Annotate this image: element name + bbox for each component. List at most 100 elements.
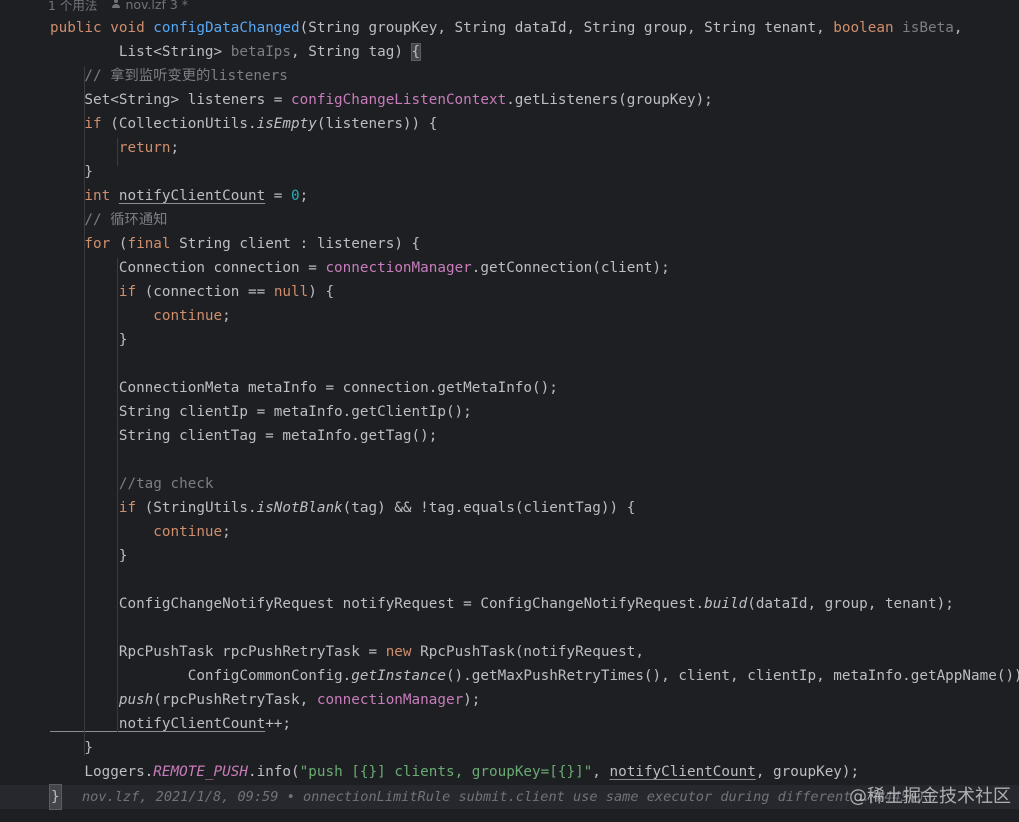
code-token: String clientTag = metaInfo.getTag();: [50, 428, 438, 444]
code-token: connectionManager: [325, 260, 472, 276]
code-token: final: [127, 236, 180, 252]
code-line[interactable]: // 拿到监听变更的listeners: [50, 64, 1019, 88]
code-line[interactable]: }: [50, 328, 1019, 352]
code-token: isBeta: [902, 20, 954, 36]
code-token: (dataId, group, tenant);: [747, 596, 954, 612]
code-token: }: [50, 548, 128, 564]
code-token: isEmpty: [256, 116, 317, 132]
code-token: build: [704, 596, 748, 612]
code-line[interactable]: RpcPushTask rpcPushRetryTask = new RpcPu…: [50, 640, 1019, 664]
code-line[interactable]: [50, 616, 1019, 640]
code-line[interactable]: String clientIp = metaInfo.getClientIp()…: [50, 400, 1019, 424]
code-token: .getConnection(client);: [471, 260, 670, 276]
code-token: notifyClientCount: [118, 188, 266, 204]
code-line[interactable]: ConnectionMeta metaInfo = connection.get…: [50, 376, 1019, 400]
code-token: {: [410, 43, 422, 61]
code-line[interactable]: if (CollectionUtils.isEmpty(listeners)) …: [50, 112, 1019, 136]
code-token: .getListeners(groupKey);: [506, 92, 713, 108]
code-editor[interactable]: 1 个用法 nov.lzf 3 * public void configData…: [0, 0, 1019, 822]
code-token: if: [50, 500, 145, 516]
closing-brace: }: [49, 784, 62, 810]
code-token: (tag) && !tag.equals(clientTag)) {: [342, 500, 636, 516]
code-line[interactable]: }: [50, 160, 1019, 184]
code-token: (CollectionUtils.: [110, 116, 257, 132]
code-line[interactable]: push(rpcPushRetryTask, connectionManager…: [50, 688, 1019, 712]
code-token: ConfigCommonConfig.: [50, 668, 352, 684]
code-token: // 循环通知: [50, 212, 168, 228]
indent-guide: [84, 66, 85, 756]
code-token: String client : listeners) {: [179, 236, 421, 252]
watermark: @稀土掘金技术社区: [849, 786, 1011, 807]
indent-guide: [117, 138, 118, 166]
code-token: REMOTE_PUSH: [153, 764, 248, 780]
code-token: notifyClientCount: [609, 764, 756, 780]
code-line[interactable]: for (final String client : listeners) {: [50, 232, 1019, 256]
code-token: String clientIp = metaInfo.getClientIp()…: [50, 404, 472, 420]
code-token: }: [50, 740, 94, 756]
code-line[interactable]: continue;: [50, 520, 1019, 544]
code-token: ConfigChangeNotifyRequest notifyRequest …: [50, 596, 705, 612]
code-line[interactable]: notifyClientCount++;: [50, 712, 1019, 736]
author-hint[interactable]: nov.lzf 3 *: [111, 0, 188, 12]
code-token: notifyClientCount: [50, 716, 266, 732]
indent-guide: [117, 258, 118, 732]
code-token: Loggers.: [50, 764, 154, 780]
code-line[interactable]: Set<String> listeners = configChangeList…: [50, 88, 1019, 112]
code-line[interactable]: //tag check: [50, 472, 1019, 496]
code-token: ;: [170, 140, 180, 156]
code-line[interactable]: // 循环通知: [50, 208, 1019, 232]
code-token: ++;: [265, 716, 292, 732]
code-token: ;: [222, 308, 231, 324]
code-token: Set<String> listeners =: [50, 92, 292, 108]
code-token: return: [50, 140, 171, 156]
code-token: ) {: [308, 284, 335, 300]
code-token: boolean: [833, 20, 903, 36]
code-token: ;: [222, 524, 231, 540]
code-token: (String groupKey, String dataId, String …: [299, 20, 834, 36]
code-line[interactable]: [50, 352, 1019, 376]
code-token: .info(: [247, 764, 300, 780]
code-token: ,: [953, 20, 963, 36]
code-token: (connection ==: [144, 284, 274, 300]
code-token: =: [265, 188, 292, 204]
code-token: , groupKey);: [755, 764, 860, 780]
code-token: ().getMaxPushRetryTimes(), client, clien…: [445, 668, 1019, 684]
code-line[interactable]: Connection connection = connectionManage…: [50, 256, 1019, 280]
code-token: );: [463, 692, 481, 708]
code-line[interactable]: if (connection == null) {: [50, 280, 1019, 304]
code-line[interactable]: [50, 448, 1019, 472]
code-line[interactable]: continue;: [50, 304, 1019, 328]
code-line[interactable]: int notifyClientCount = 0;: [50, 184, 1019, 208]
code-token: isNotBlank: [256, 500, 343, 516]
code-line[interactable]: [50, 568, 1019, 592]
code-token: // 拿到监听变更的listeners: [50, 68, 288, 84]
code-token: RpcPushTask(notifyRequest,: [420, 644, 644, 660]
code-token: if: [50, 116, 111, 132]
code-vision-hint: 1 个用法 nov.lzf 3 *: [48, 0, 188, 14]
code-line[interactable]: return;: [50, 136, 1019, 160]
code-token: continue: [50, 524, 223, 540]
code-line[interactable]: Loggers.REMOTE_PUSH.info("push [{}] clie…: [50, 760, 1019, 784]
code-line[interactable]: public void configDataChanged(String gro…: [50, 16, 1019, 40]
code-token: "push [{}] clients, groupKey=[{}]": [299, 764, 593, 780]
code-line[interactable]: List<String> betaIps, String tag) {: [50, 40, 1019, 64]
code-token: push: [50, 692, 154, 708]
code-line[interactable]: String clientTag = metaInfo.getTag();: [50, 424, 1019, 448]
code-line[interactable]: }: [50, 544, 1019, 568]
code-token: ConnectionMeta metaInfo = connection.get…: [50, 380, 558, 396]
code-token: configDataChanged: [153, 20, 300, 36]
code-line[interactable]: ConfigChangeNotifyRequest notifyRequest …: [50, 592, 1019, 616]
usage-hint[interactable]: 1 个用法: [48, 0, 97, 14]
code-line[interactable]: if (StringUtils.isNotBlank(tag) && !tag.…: [50, 496, 1019, 520]
code-token: null: [273, 284, 309, 300]
code-token: , String tag): [291, 44, 412, 60]
code-token: configChangeListenContext: [291, 92, 507, 108]
code-token: (rpcPushRetryTask,: [153, 692, 317, 708]
git-blame-annotation[interactable]: nov.lzf, 2021/1/8, 09:59 • onnectionLimi…: [82, 785, 868, 809]
code-token: connectionManager: [316, 692, 464, 708]
code-line[interactable]: }: [50, 736, 1019, 760]
code-token: Connection connection =: [50, 260, 326, 276]
code-token: new: [385, 644, 421, 660]
code-line[interactable]: ConfigCommonConfig.getInstance().getMaxP…: [50, 664, 1019, 688]
code-token: RpcPushTask rpcPushRetryTask =: [50, 644, 386, 660]
